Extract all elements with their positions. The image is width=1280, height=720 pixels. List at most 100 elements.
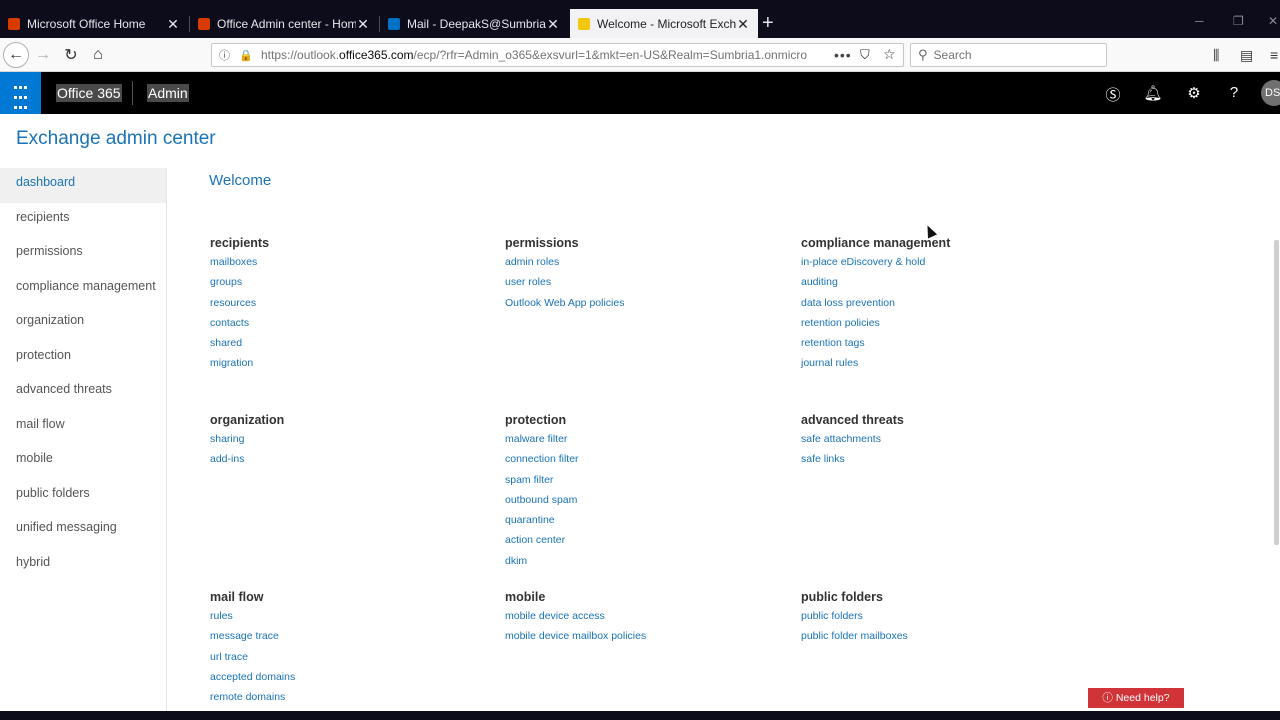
new-tab-button[interactable]: + [762,13,774,33]
link-ediscovery-hold[interactable]: in-place eDiscovery & hold [801,252,950,272]
tab-exchange-welcome[interactable]: Welcome - Microsoft Exchange ✕ [570,9,758,38]
link-mobile-device-access[interactable]: mobile device access [505,606,646,626]
forward-button[interactable]: → [32,44,54,66]
address-bar[interactable]: ⓘ 🔒 https://outlook.office365.com/ecp/?r… [211,43,904,67]
link-quarantine[interactable]: quarantine [505,510,579,530]
link-auditing[interactable]: auditing [801,272,950,292]
section-title: public folders [801,590,883,604]
link-public-folders[interactable]: public folders [801,606,908,626]
nav-item-compliance-management[interactable]: compliance management [0,272,166,307]
section-compliance-management: compliance management in-place eDiscover… [801,234,950,374]
link-dlp[interactable]: data loss prevention [801,293,950,313]
link-message-trace[interactable]: message trace [210,626,295,646]
link-public-folder-mailboxes[interactable]: public folder mailboxes [801,626,908,646]
menu-icon[interactable]: ≡ [1270,47,1278,63]
link-contacts[interactable]: contacts [210,313,269,333]
link-dkim[interactable]: dkim [505,551,579,571]
search-input[interactable]: ⚲ Search [910,43,1107,67]
link-connection-filter[interactable]: connection filter [505,449,579,469]
link-user-roles[interactable]: user roles [505,272,624,292]
link-journal-rules[interactable]: journal rules [801,353,950,373]
sidebar-icon[interactable]: ▤ [1240,47,1253,64]
browser-navigation-bar: ← → ↻ ⌂ ⓘ 🔒 https://outlook.office365.co… [0,38,1280,72]
app-launcher-icon[interactable] [0,72,41,114]
bookmark-star-icon[interactable]: ☆ [883,46,896,63]
nav-item-permissions[interactable]: permissions [0,237,166,272]
close-icon[interactable]: ✕ [546,17,560,31]
reload-button[interactable]: ↻ [60,44,82,66]
link-outbound-spam[interactable]: outbound spam [505,490,579,510]
nav-item-advanced-threats[interactable]: advanced threats [0,375,166,410]
link-resources[interactable]: resources [210,293,269,313]
link-safe-attachments[interactable]: safe attachments [801,429,904,449]
office-favicon-icon [8,17,20,30]
need-help-button[interactable]: ⓘ Need help? [1088,688,1184,708]
link-retention-tags[interactable]: retention tags [801,333,950,353]
link-accepted-domains[interactable]: accepted domains [210,667,295,687]
nav-item-public-folders[interactable]: public folders [0,479,166,514]
tab-office-admin-center[interactable]: Office Admin center - Home ✕ [190,9,378,38]
nav-item-mobile[interactable]: mobile [0,444,166,479]
link-mobile-mailbox-policies[interactable]: mobile device mailbox policies [505,626,646,646]
link-owa-policies[interactable]: Outlook Web App policies [505,293,624,313]
section-title: protection [505,413,567,427]
skype-icon[interactable]: Ⓢ [1103,84,1123,105]
office-favicon-icon [198,17,210,30]
tab-mail[interactable]: Mail - DeepakS@Sumbria1.onmicr ✕ [380,9,568,38]
restore-icon[interactable]: ❐ [1233,14,1244,28]
link-action-center[interactable]: action center [505,530,579,550]
back-button[interactable]: ← [3,42,29,68]
exchange-favicon-icon [578,17,590,30]
avatar[interactable]: DS [1261,80,1280,106]
url-text[interactable]: https://outlook.office365.com/ecp/?rfr=A… [261,48,821,62]
link-admin-roles[interactable]: admin roles [505,252,624,272]
nav-item-recipients[interactable]: recipients [0,203,166,238]
welcome-heading: Welcome [209,172,272,189]
link-mailboxes[interactable]: mailboxes [210,252,269,272]
link-malware-filter[interactable]: malware filter [505,429,579,449]
lock-icon[interactable]: 🔒 [239,49,253,62]
close-icon[interactable]: ✕ [356,17,370,31]
help-icon[interactable]: ? [1224,84,1244,101]
link-groups[interactable]: groups [210,272,269,292]
nav-item-organization[interactable]: organization [0,306,166,341]
link-url-trace[interactable]: url trace [210,647,295,667]
info-icon[interactable]: ⓘ [219,47,233,63]
section-advanced-threats: advanced threats safe attachments safe l… [801,411,904,470]
link-rules[interactable]: rules [210,606,295,626]
home-button[interactable]: ⌂ [87,44,109,66]
nav-item-dashboard[interactable]: dashboard [0,168,166,203]
close-icon[interactable]: ✕ [736,17,750,31]
nav-item-mail-flow[interactable]: mail flow [0,410,166,445]
link-spam-filter[interactable]: spam filter [505,470,579,490]
left-navigation: dashboard recipients permissions complia… [0,168,167,720]
link-retention-policies[interactable]: retention policies [801,313,950,333]
nav-item-unified-messaging[interactable]: unified messaging [0,513,166,548]
nav-item-hybrid[interactable]: hybrid [0,548,166,583]
tab-office-home[interactable]: Microsoft Office Home ✕ [0,9,188,38]
link-sharing[interactable]: sharing [210,429,284,449]
office365-brand[interactable]: Office 365 [56,84,122,102]
page-actions-icon[interactable]: ••• [834,47,852,63]
page-scrollbar[interactable] [1274,240,1279,545]
link-remote-domains[interactable]: remote domains [210,687,295,707]
link-migration[interactable]: migration [210,353,269,373]
minimize-icon[interactable]: ─ [1195,14,1204,28]
nav-item-protection[interactable]: protection [0,341,166,376]
section-mobile: mobile mobile device access mobile devic… [505,588,646,647]
section-organization: organization sharing add-ins [210,411,284,470]
close-icon[interactable]: ✕ [166,17,180,31]
bell-icon[interactable]: 🔔︎ [1143,84,1163,102]
library-icon[interactable]: ⫼ [1213,47,1219,64]
window-close-icon[interactable]: ✕ [1268,14,1278,28]
link-safe-links[interactable]: safe links [801,449,904,469]
browser-tab-strip: Microsoft Office Home ✕ Office Admin cen… [0,0,1280,38]
link-shared[interactable]: shared [210,333,269,353]
arrow-right-icon: → [35,46,51,63]
admin-breadcrumb[interactable]: Admin [147,84,189,102]
pocket-icon[interactable]: ⛉ [860,47,870,63]
section-title: permissions [505,236,579,250]
tab-label: Microsoft Office Home [27,16,146,31]
link-add-ins[interactable]: add-ins [210,449,284,469]
gear-icon[interactable]: ⚙ [1184,84,1204,102]
